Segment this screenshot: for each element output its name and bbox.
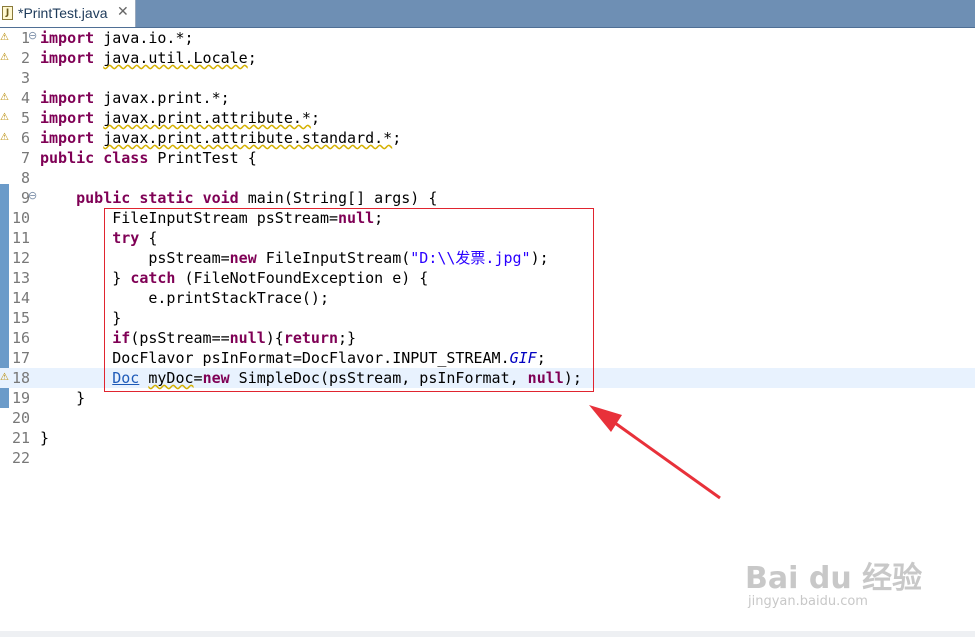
fold-collapse-icon[interactable]: ⊖ — [28, 189, 37, 202]
line-number: 17 — [11, 349, 30, 367]
code-token: javax.print.*; — [94, 89, 230, 107]
code-text: public class PrintTest { — [40, 148, 257, 168]
keyword: static — [139, 189, 194, 207]
line-number: 2 — [20, 49, 30, 67]
code-line: 20 — [0, 408, 975, 428]
line-number: 13 — [11, 269, 30, 287]
line-number: 7 — [20, 149, 30, 167]
line-number: 1 — [20, 29, 30, 47]
line-number: 6 — [20, 129, 30, 147]
watermark-url: jingyan.baidu.com — [748, 594, 868, 609]
code-token: main(String[] args) { — [238, 189, 438, 207]
line-number: 12 — [11, 249, 30, 267]
code-line: ⚠ 5 import javax.print.attribute.*; — [0, 108, 975, 128]
line-number: 16 — [11, 329, 30, 347]
code-text: public static void main(String[] args) { — [40, 188, 437, 208]
code-line: ⚠ 4 import javax.print.*; — [0, 88, 975, 108]
code-line: ⚠ 2 import java.util.Locale; — [0, 48, 975, 68]
keyword: import — [40, 29, 95, 47]
line-number: 9 — [20, 189, 30, 207]
code-text: import java.util.Locale; — [40, 48, 257, 68]
highlight-box — [104, 208, 594, 392]
code-line: 7 public class PrintTest { — [0, 148, 975, 168]
tab-title: *PrintTest.java — [18, 5, 108, 21]
line-number: 10 — [11, 209, 30, 227]
bottom-strip — [0, 631, 975, 637]
code-line: ⚠ 6 import javax.print.attribute.standar… — [0, 128, 975, 148]
line-number: 19 — [11, 389, 30, 407]
code-token: ; — [247, 49, 257, 67]
fold-collapse-icon[interactable]: ⊖ — [28, 29, 37, 42]
line-number: 14 — [11, 289, 30, 307]
editor-tab-bar: J *PrintTest.java ✕ — [0, 0, 975, 28]
line-number: 8 — [20, 169, 30, 187]
code-line: 21 } — [0, 428, 975, 448]
line-number: 22 — [11, 449, 30, 467]
line-number: 11 — [11, 229, 30, 247]
tab-printtest-java[interactable]: J *PrintTest.java ✕ — [0, 0, 136, 27]
code-line: 3 — [0, 68, 975, 88]
code-text: } — [40, 428, 49, 448]
code-line: ⚠ 1 ⊖ import java.io.*; — [0, 28, 975, 48]
keyword: class — [103, 149, 149, 167]
keyword: import — [40, 129, 95, 147]
code-token: ; — [310, 109, 320, 127]
keyword: public — [76, 189, 131, 207]
code-text: import javax.print.*; — [40, 88, 230, 108]
keyword: import — [40, 109, 95, 127]
code-token: } — [40, 429, 50, 447]
code-text: } — [40, 388, 85, 408]
code-text: import javax.print.attribute.standard.*; — [40, 128, 401, 148]
code-line: 8 — [0, 168, 975, 188]
code-token: ; — [392, 129, 402, 147]
line-number: 21 — [11, 429, 30, 447]
line-number: 18 — [11, 369, 30, 387]
line-number: 15 — [11, 309, 30, 327]
code-text: import javax.print.attribute.*; — [40, 108, 320, 128]
line-number: 4 — [20, 89, 30, 107]
keyword: void — [202, 189, 239, 207]
keyword: import — [40, 49, 95, 67]
code-line: 9 ⊖ public static void main(String[] arg… — [0, 188, 975, 208]
line-number: 3 — [20, 69, 30, 87]
line-number: 5 — [20, 109, 30, 127]
keyword: public — [40, 149, 95, 167]
unused-import-warning: javax.print.attribute.standard.* — [103, 129, 393, 147]
watermark-logo: Bai du 经验 — [745, 561, 923, 596]
code-token: PrintTest { — [148, 149, 257, 167]
code-token: java.io.*; — [94, 29, 194, 47]
unused-import-warning: java.util.Locale — [103, 49, 248, 67]
code-text: import java.io.*; — [40, 28, 194, 48]
keyword: import — [40, 89, 95, 107]
code-token: } — [40, 389, 86, 407]
unused-import-warning: javax.print.attribute.* — [103, 109, 311, 127]
java-file-icon: J — [2, 6, 13, 20]
code-line: 22 — [0, 448, 975, 468]
close-icon[interactable]: ✕ — [117, 4, 129, 20]
line-number: 20 — [11, 409, 30, 427]
